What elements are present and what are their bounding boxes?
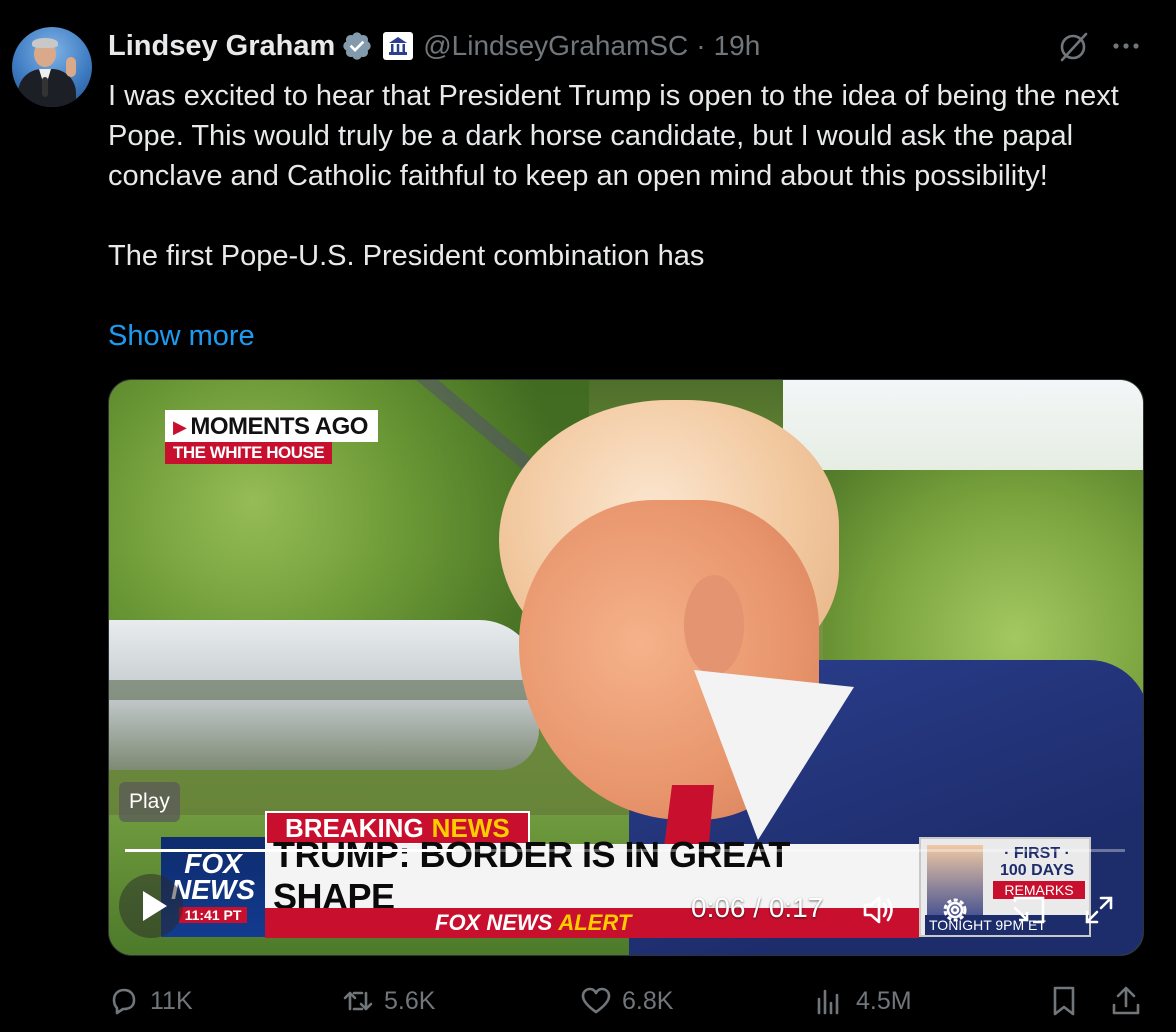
play-icon <box>143 891 167 921</box>
author-name[interactable]: Lindsey Graham <box>108 30 335 63</box>
like-count: 6.8K <box>622 986 674 1015</box>
views-count: 4.5M <box>856 986 912 1015</box>
repost-icon <box>343 991 373 1011</box>
play-button[interactable] <box>119 874 183 938</box>
avatar[interactable] <box>12 27 92 107</box>
show-more-link[interactable]: Show more <box>108 316 255 356</box>
views-icon <box>817 989 839 1015</box>
bookmark-icon[interactable] <box>1048 985 1080 1017</box>
share-icon[interactable] <box>1110 985 1142 1017</box>
fox-logo-time: 11:41 PT <box>178 907 248 923</box>
lower-third-location: THE WHITE HOUSE <box>165 442 333 464</box>
video-player[interactable]: ▶ MOMENTS AGO THE WHITE HOUSE BREAKING N… <box>108 379 1144 956</box>
repost-count: 5.6K <box>384 986 436 1015</box>
video-progress-fill <box>125 849 455 852</box>
play-triangle-icon: ▶ <box>173 416 187 437</box>
author-handle[interactable]: @LindseyGrahamSC <box>423 30 688 62</box>
fox-logo-line2: NEWS <box>171 874 255 905</box>
repost-button[interactable]: 5.6K <box>342 976 435 1026</box>
video-scene-helicopter-stripe <box>109 680 529 700</box>
fullscreen-icon[interactable] <box>1079 890 1119 930</box>
volume-icon[interactable] <box>859 890 899 930</box>
like-icon <box>581 987 611 1014</box>
video-time-readout: 0:06 / 0:17 <box>691 892 824 923</box>
header-separator: · <box>696 30 706 61</box>
views-button[interactable]: 4.5M <box>814 976 912 1026</box>
reply-button[interactable]: 11K <box>108 976 193 1026</box>
tweet-header: Lindsey Graham @LindseyGrahamSC · 19h <box>108 28 760 64</box>
lower-third-moments: ▶ MOMENTS AGO <box>165 410 378 442</box>
video-progress-bar[interactable] <box>125 849 1125 852</box>
like-button[interactable]: 6.8K <box>580 976 673 1026</box>
government-building-icon[interactable] <box>383 32 414 60</box>
avatar-mic <box>42 77 48 97</box>
verified-badge-icon[interactable] <box>341 30 373 62</box>
settings-icon[interactable] <box>935 890 975 930</box>
more-icon[interactable] <box>1110 36 1142 56</box>
grok-icon[interactable] <box>1056 30 1090 64</box>
alert-left: FOX NEWS <box>435 910 553 935</box>
video-scene-ear <box>684 575 744 675</box>
tweet-action-bar: 11K 5.6K 6.8K 4.5M <box>0 976 1176 1026</box>
cast-icon[interactable] <box>1009 890 1049 930</box>
inset-first-text: · FIRST · <box>1004 845 1070 862</box>
alert-right: ALERT <box>558 910 632 935</box>
play-tooltip: Play <box>119 782 180 822</box>
avatar-hair <box>32 38 58 48</box>
tweet-text: I was excited to hear that President Tru… <box>108 80 1119 272</box>
lower-third-moments-text: MOMENTS AGO <box>190 413 368 440</box>
avatar-hand <box>66 57 76 77</box>
tweet-time[interactable]: 19h <box>714 30 761 62</box>
inset-days-text: 100 DAYS <box>999 862 1075 879</box>
reply-count: 11K <box>150 986 193 1015</box>
reply-icon <box>112 988 136 1015</box>
